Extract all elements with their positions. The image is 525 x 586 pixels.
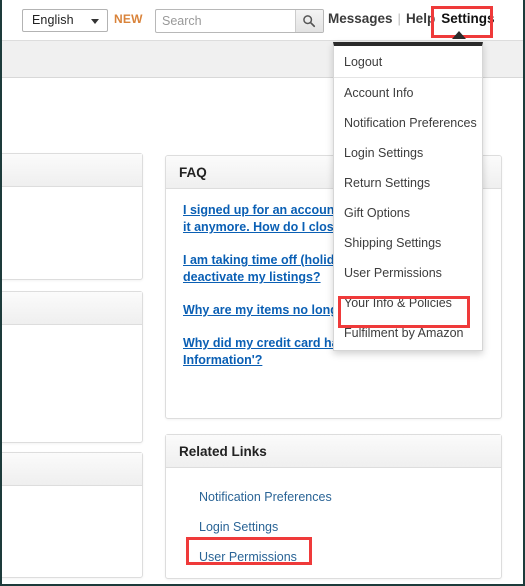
menu-item-login-settings[interactable]: Login Settings — [334, 138, 482, 168]
left-panel-1 — [2, 153, 143, 280]
nav-links: Messages | Help Settings — [328, 11, 494, 33]
menu-item-notification-preferences[interactable]: Notification Preferences — [334, 108, 482, 138]
language-selector-label: English — [32, 13, 74, 27]
menu-item-shipping-settings[interactable]: Shipping Settings — [334, 228, 482, 258]
left-panel-1-body — [2, 187, 142, 207]
menu-item-your-info-and-policies[interactable]: Your Info & Policies — [334, 288, 482, 318]
language-selector[interactable]: English — [22, 9, 108, 32]
faq-link-line1: I signed up for an account — [183, 203, 339, 217]
search-button[interactable] — [295, 10, 323, 32]
search-icon — [303, 15, 316, 28]
related-links-panel: Related Links Notification Preferences L… — [165, 434, 502, 579]
left-panel-3 — [2, 452, 143, 578]
nav-separator: | — [397, 11, 401, 26]
menu-item-fulfilment-by-amazon[interactable]: Fulfilment by Amazon — [334, 318, 482, 348]
related-link-user-permissions[interactable]: User Permissions — [199, 542, 501, 572]
menu-item-user-permissions[interactable]: User Permissions — [334, 258, 482, 288]
left-panel-2-header — [2, 292, 142, 325]
nav-link-settings[interactable]: Settings — [441, 11, 494, 26]
new-badge: NEW — [114, 12, 143, 26]
menu-item-return-settings[interactable]: Return Settings — [334, 168, 482, 198]
menu-item-account-info[interactable]: Account Info — [334, 78, 482, 108]
faq-link-line2: Information'? — [183, 353, 263, 367]
related-links-list: Notification Preferences Login Settings … — [166, 468, 501, 572]
faq-link-line1: Why did my credit card hav — [183, 336, 346, 350]
left-panel-3-header — [2, 453, 142, 486]
left-panel-2-body — [2, 325, 142, 345]
top-navigation-bar: English NEW Messages | Help Settings — [2, 0, 523, 41]
faq-link-line1: I am taking time off (holida — [183, 253, 342, 267]
related-links-title: Related Links — [166, 435, 501, 468]
chevron-down-icon — [91, 19, 99, 24]
left-panel-2 — [2, 291, 143, 443]
menu-item-logout[interactable]: Logout — [334, 46, 482, 78]
related-link-login-settings[interactable]: Login Settings — [199, 512, 501, 542]
related-link-notification-preferences[interactable]: Notification Preferences — [199, 482, 501, 512]
faq-link-line1: Why are my items no longe — [183, 303, 345, 317]
left-panel-3-body — [2, 486, 142, 506]
search-input[interactable] — [156, 10, 295, 32]
menu-pointer-triangle — [452, 31, 466, 39]
search-box[interactable] — [155, 9, 324, 33]
page-root: English NEW Messages | Help Settings — [0, 0, 525, 586]
nav-link-help[interactable]: Help — [406, 11, 435, 26]
nav-link-messages[interactable]: Messages — [328, 11, 393, 26]
menu-item-gift-options[interactable]: Gift Options — [334, 198, 482, 228]
settings-dropdown-menu: Logout Account Info Notification Prefere… — [333, 42, 483, 351]
left-panel-1-header — [2, 154, 142, 187]
